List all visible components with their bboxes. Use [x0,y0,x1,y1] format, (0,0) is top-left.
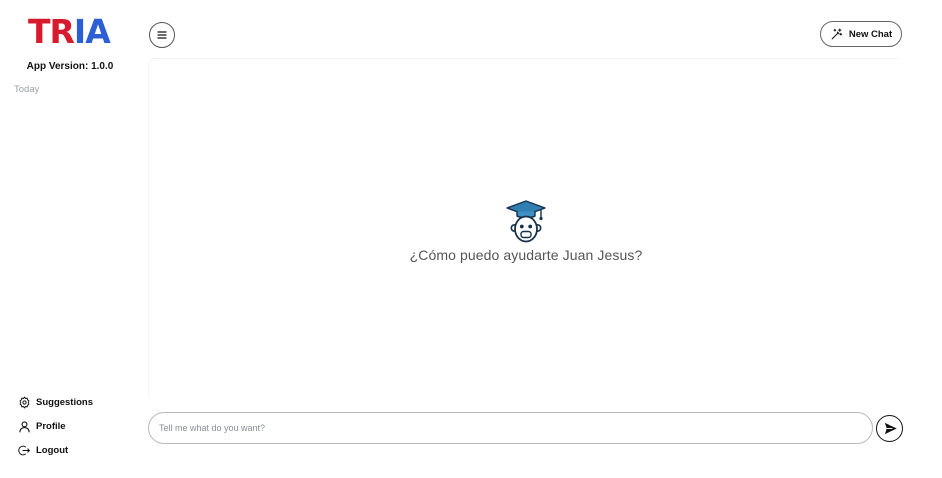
sidebar-item-profile[interactable]: Profile [18,414,93,438]
sidebar-item-suggestions[interactable]: Suggestions [18,390,93,414]
menu-icon [157,31,167,39]
gear-icon [19,396,30,408]
message-input-container [148,412,873,444]
message-input[interactable] [149,413,872,443]
logout-icon [18,445,30,455]
app-logo[interactable]: TRIA [28,12,111,51]
sidebar-item-label: Profile [36,420,66,432]
send-button[interactable] [876,415,903,442]
user-icon [19,420,30,432]
sidebar-item-logout[interactable]: Logout [18,438,93,462]
app-version: App Version: 1.0.0 [26,61,114,72]
sidebar-item-label: Suggestions [36,396,94,408]
history-section-today: Today [14,84,40,95]
graduate-bot-icon [506,200,546,243]
sidebar-item-label: Logout [36,444,69,456]
sidebar: TRIA App Version: 1.0.0 Today Suggestion… [0,0,140,478]
logo-part-ia: IA [73,12,111,51]
welcome-message: ¿Cómo puedo ayudarte Juan Jesus? [409,247,643,263]
magic-wand-icon [831,28,843,39]
welcome-block: ¿Cómo puedo ayudarte Juan Jesus? [149,199,903,263]
sidebar-menu: Suggestions Profile Logout [18,390,93,462]
new-chat-button[interactable]: New Chat [820,21,902,47]
send-icon [884,422,897,435]
sidebar-toggle-button[interactable] [149,22,175,48]
new-chat-label: New Chat [848,28,893,40]
chat-area: ¿Cómo puedo ayudarte Juan Jesus? [148,58,902,400]
logo-part-tr: TR [28,12,75,51]
